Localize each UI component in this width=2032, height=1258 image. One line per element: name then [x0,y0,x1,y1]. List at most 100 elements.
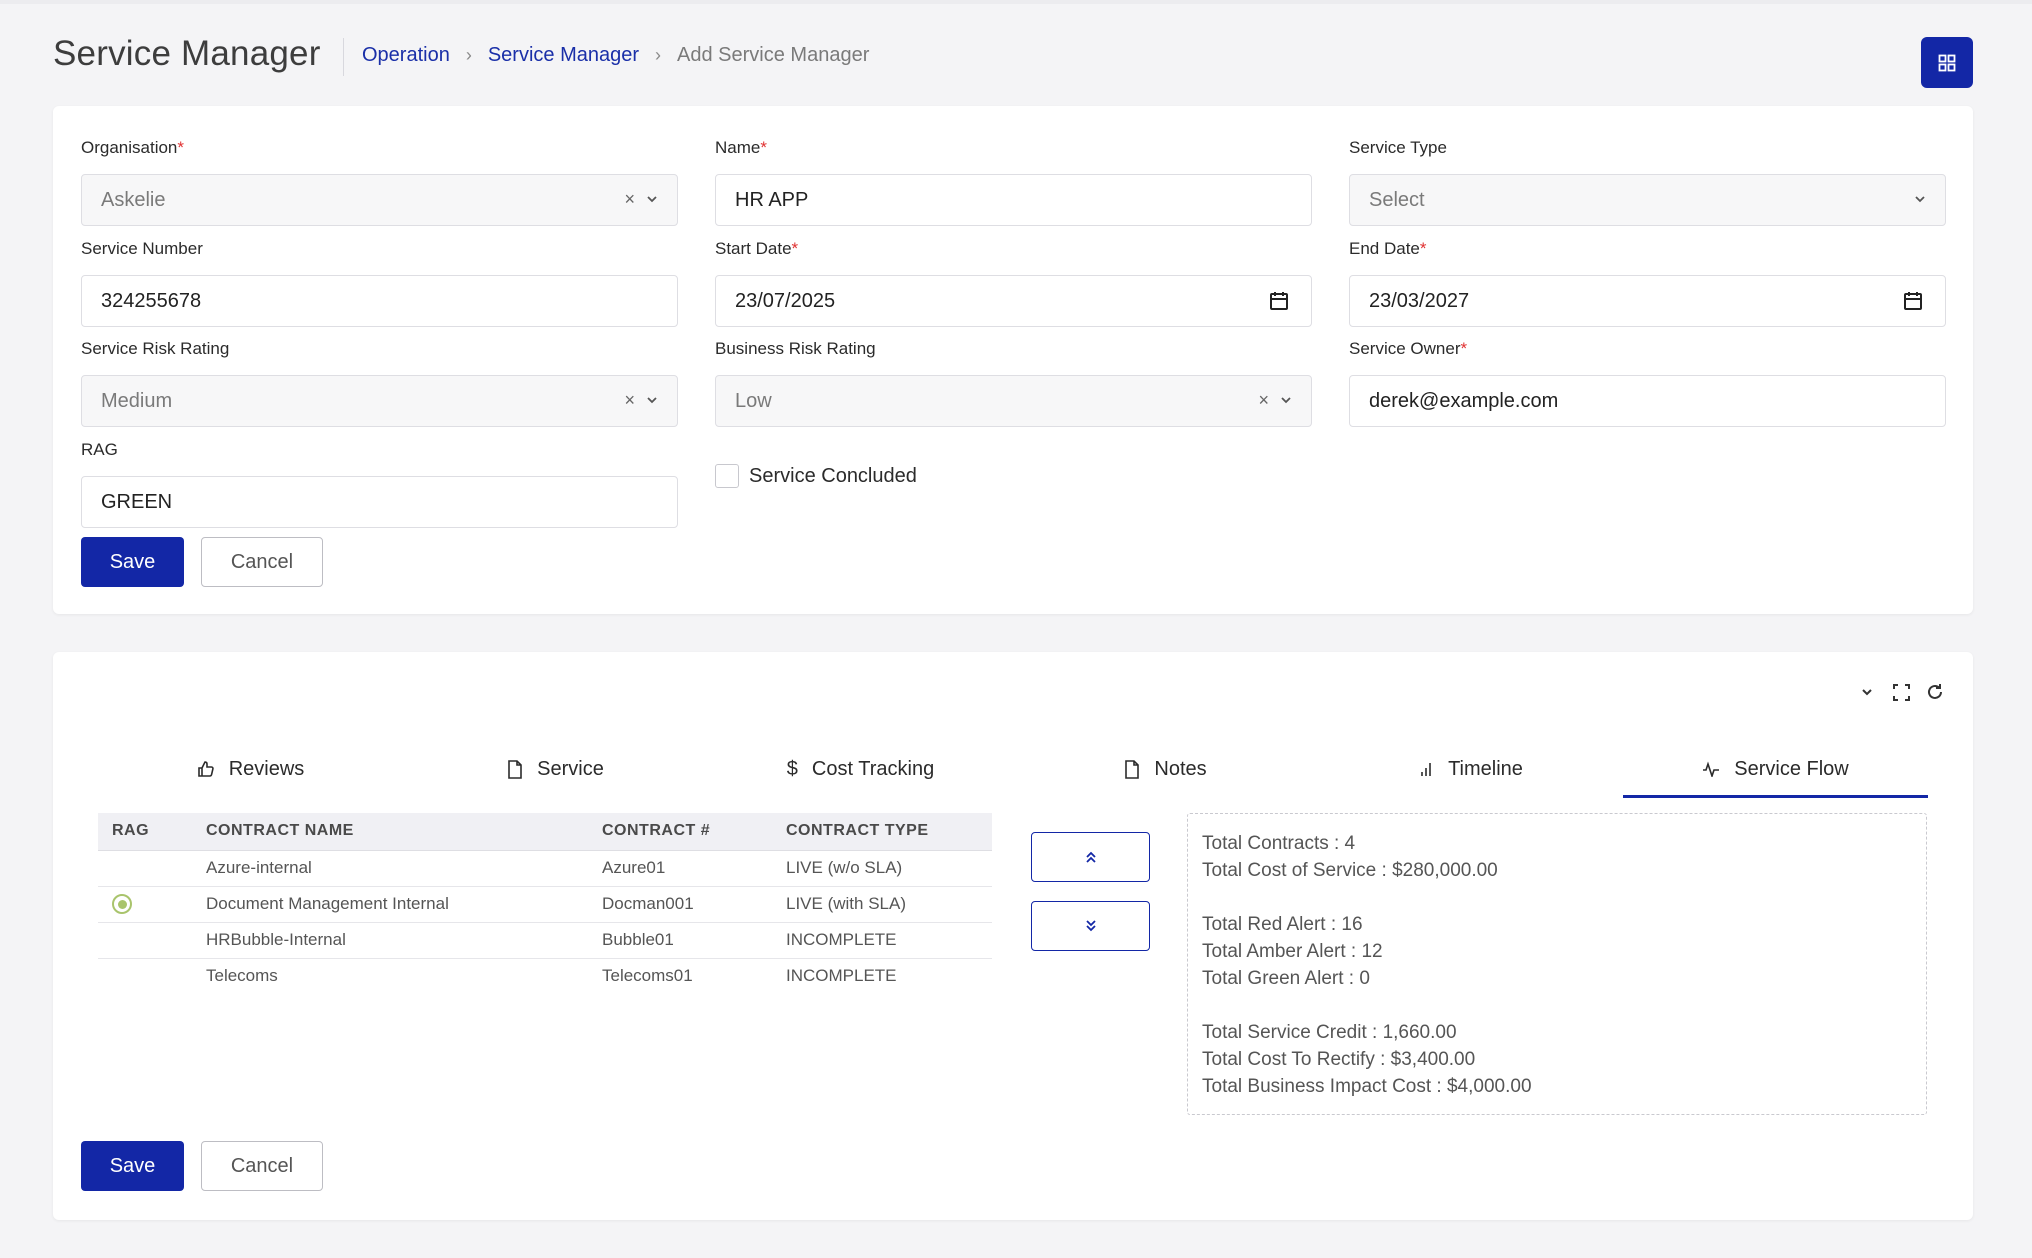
contract-name-cell: HRBubble-Internal [192,922,588,959]
required-marker: * [177,138,185,157]
name-label: Name [715,138,761,157]
end-date-label: End Date [1349,239,1420,258]
contract-number-cell: Docman001 [588,886,772,923]
clear-icon[interactable]: × [1258,390,1269,411]
service-type-select[interactable]: Select [1349,174,1946,226]
clear-icon[interactable]: × [624,189,635,210]
top-strip [0,0,2032,4]
total-business-impact-cost: Total Business Impact Cost : $4,000.00 [1202,1076,1532,1097]
total-green-alert: Total Green Alert : 0 [1202,968,1370,989]
tab-cost-tracking[interactable]: $ Cost Tracking [708,744,1013,794]
file-icon [507,759,523,779]
service-type-label: Service Type [1349,138,1447,157]
total-red-alert: Total Red Alert : 16 [1202,914,1363,935]
total-cost-of-service: Total Cost of Service : $280,000.00 [1202,860,1498,881]
refresh-button[interactable] [1925,682,1945,702]
name-value: HR APP [735,188,809,211]
service-concluded-label: Service Concluded [749,464,917,487]
end-date-field: End Date* 23/03/2027 [1349,239,1946,327]
end-date-input[interactable]: 23/03/2027 [1349,275,1946,327]
apps-grid-button[interactable] [1921,37,1973,88]
contract-type-cell: INCOMPLETE [772,922,992,959]
service-owner-input[interactable]: derek@example.com [1349,375,1946,427]
total-service-credit: Total Service Credit : 1,660.00 [1202,1022,1457,1043]
column-header-contract-type[interactable]: CONTRACT TYPE [772,813,992,851]
rag-field: RAG GREEN [81,440,678,528]
service-risk-rating-label: Service Risk Rating [81,339,230,358]
save-button[interactable]: Save [81,1141,184,1191]
table-row[interactable]: Document Management Internal Docman001 L… [98,886,992,923]
calendar-icon[interactable] [1269,290,1289,312]
business-risk-rating-value: Low [735,389,772,412]
thumbs-up-icon [197,760,215,778]
name-input[interactable]: HR APP [715,174,1312,226]
service-concluded-checkbox[interactable] [715,464,739,488]
clear-icon[interactable]: × [624,390,635,411]
rag-cell [98,850,192,887]
tab-label: Timeline [1448,757,1523,780]
breadcrumb: Operation › Service Manager › Add Servic… [362,44,869,67]
service-risk-rating-select[interactable]: Medium × [81,375,678,427]
activity-icon [1702,761,1720,777]
contract-type-cell: LIVE (w/o SLA) [772,850,992,887]
breadcrumb-service-manager[interactable]: Service Manager [488,44,639,67]
chevron-down-icon [1862,689,1872,696]
tab-label: Reviews [228,757,305,780]
column-header-contract-number[interactable]: CONTRACT # [588,813,772,851]
start-date-field: Start Date* 23/07/2025 [715,239,1312,327]
tab-timeline[interactable]: Timeline [1318,744,1623,794]
tab-service[interactable]: Service [403,744,708,794]
organisation-select[interactable]: Askelie × [81,174,678,226]
service-risk-rating-value: Medium [101,389,173,412]
total-contracts: Total Contracts : 4 [1202,833,1356,854]
bar-chart-icon [1418,761,1434,777]
cancel-button[interactable]: Cancel [201,1141,323,1191]
contract-number-cell: Telecoms01 [602,966,693,986]
save-button[interactable]: Save [81,537,184,587]
tab-label: Notes [1154,757,1207,780]
cancel-button[interactable]: Cancel [201,537,323,587]
table-row[interactable]: Telecoms Telecoms01 INCOMPLETE [98,958,992,994]
chevron-down-icon[interactable] [645,393,659,407]
tab-label: Service Flow [1734,757,1849,780]
move-up-button[interactable] [1031,832,1150,882]
service-number-field: Service Number 324255678 [81,239,678,327]
tab-service-flow[interactable]: Service Flow [1623,744,1928,798]
rag-radio-icon[interactable] [112,894,132,914]
grid-icon [1938,54,1956,71]
service-number-input[interactable]: 324255678 [81,275,678,327]
breadcrumb-operation[interactable]: Operation [362,44,450,67]
start-date-input[interactable]: 23/07/2025 [715,275,1312,327]
chevron-down-icon[interactable] [1913,192,1927,206]
collapse-button[interactable] [1857,682,1877,702]
total-cost-to-rectify: Total Cost To Rectify : $3,400.00 [1202,1049,1476,1070]
column-header-contract-name[interactable]: CONTRACT NAME [192,813,588,851]
tab-reviews[interactable]: Reviews [98,744,403,794]
contract-type-cell: INCOMPLETE [786,966,897,986]
tab-label: Cost Tracking [811,757,935,780]
required-marker: * [1460,339,1468,358]
chevrons-up-icon [1085,851,1096,863]
rag-cell [98,922,192,959]
service-form-card: Organisation* Askelie × Name* HR APP Ser… [53,106,1973,614]
move-down-button[interactable] [1031,901,1150,951]
contract-type-cell: LIVE (with SLA) [772,886,992,923]
chevron-down-icon[interactable] [645,192,659,206]
rag-input[interactable]: GREEN [81,476,678,528]
contract-name-cell: Telecoms [206,966,278,986]
contract-number-cell: Azure01 [588,850,772,887]
column-header-rag[interactable]: RAG [98,813,192,851]
service-number-value: 324255678 [101,289,202,312]
table-row[interactable]: Azure-internal Azure01 LIVE (w/o SLA) [98,850,992,887]
expand-icon [1892,683,1910,701]
business-risk-rating-select[interactable]: Low × [715,375,1312,427]
table-row[interactable]: HRBubble-Internal Bubble01 INCOMPLETE [98,922,992,959]
service-type-placeholder: Select [1369,188,1425,211]
calendar-icon[interactable] [1903,290,1923,312]
service-flow-card: Reviews Service $ Cost Tracking Notes Ti… [53,652,1973,1220]
chevron-down-icon[interactable] [1279,393,1293,407]
rag-label: RAG [81,440,118,459]
tab-notes[interactable]: Notes [1013,744,1318,794]
tab-bar: Reviews Service $ Cost Tracking Notes Ti… [98,744,1928,798]
fullscreen-button[interactable] [1891,682,1911,702]
